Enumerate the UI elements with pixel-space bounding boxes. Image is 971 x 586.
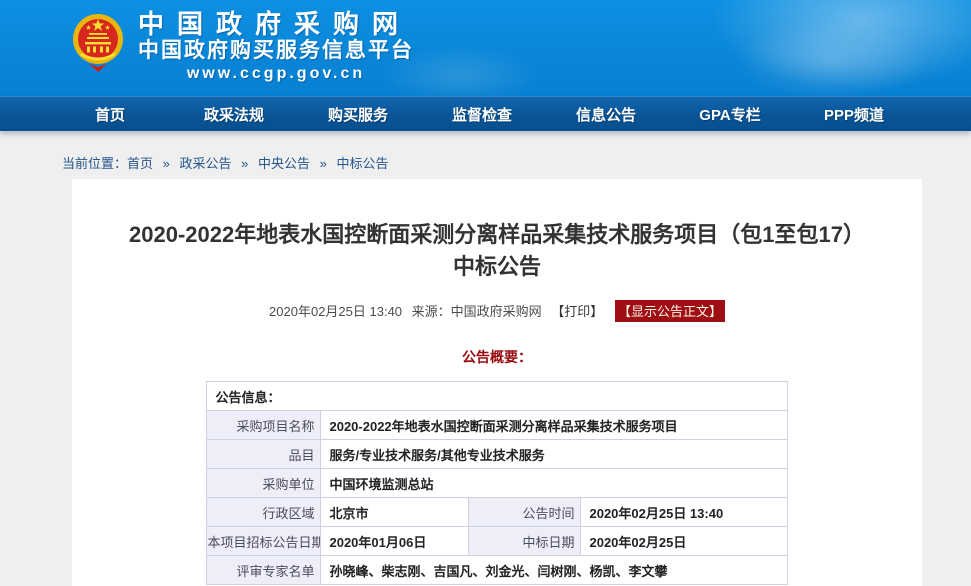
table-row: 品目 服务/专业技术服务/其他专业技术服务 — [207, 440, 787, 469]
show-full-notice-button[interactable]: 【显示公告正文】 — [615, 300, 725, 322]
breadcrumb-link-procurement-notices[interactable]: 政采公告 — [180, 156, 232, 171]
row-value: 2020年01月06日 — [321, 527, 469, 556]
breadcrumb: 当前位置：首页 » 政采公告 » 中央公告 » 中标公告 — [0, 131, 971, 179]
article-meta: 2020年02月25日 13:40 来源：中国政府采购网 【打印】 【显示公告正… — [72, 300, 922, 322]
row-value: 2020年02月25日 — [581, 527, 787, 556]
breadcrumb-separator: » — [163, 156, 170, 171]
print-button[interactable]: 【打印】 — [551, 304, 603, 319]
article-source: 来源：中国政府采购网 — [412, 304, 542, 319]
site-header: 中国政府采购网 中国政府购买服务信息平台 www.ccgp.gov.cn — [0, 0, 971, 96]
table-row: 行政区域 北京市 公告时间 2020年02月25日 13:40 — [207, 498, 787, 527]
site-subtitle: 中国政府购买服务信息平台 — [138, 38, 414, 63]
breadcrumb-link-home[interactable]: 首页 — [127, 156, 153, 171]
publish-datetime: 2020年02月25日 13:40 — [269, 304, 402, 319]
row-label: 采购项目名称 — [207, 411, 321, 440]
row-label: 采购单位 — [207, 469, 321, 498]
announcement-info-table: 公告信息： 采购项目名称 2020-2022年地表水国控断面采测分离样品采集技术… — [206, 381, 787, 585]
summary-heading: 公告概要： — [72, 347, 922, 367]
breadcrumb-link-award-notices[interactable]: 中标公告 — [337, 156, 389, 171]
row-value: 孙晓峰、柴志刚、吉国凡、刘金光、闫树刚、杨凯、李文攀 — [321, 556, 787, 585]
row-label: 品目 — [207, 440, 321, 469]
breadcrumb-link-central-notices[interactable]: 中央公告 — [258, 156, 310, 171]
table-section-title: 公告信息： — [207, 382, 787, 411]
row-value: 2020年02月25日 13:40 — [581, 498, 787, 527]
nav-item-regulations[interactable]: 政采法规 — [172, 104, 296, 125]
page-title: 2020-2022年地表水国控断面采测分离样品采集技术服务项目（包1至包17）中… — [72, 179, 922, 283]
nav-item-announcements[interactable]: 信息公告 — [544, 104, 668, 125]
row-label: 评审专家名单 — [207, 556, 321, 585]
site-url: www.ccgp.gov.cn — [138, 63, 414, 85]
content-panel: 2020-2022年地表水国控断面采测分离样品采集技术服务项目（包1至包17）中… — [72, 179, 922, 586]
row-value: 服务/专业技术服务/其他专业技术服务 — [321, 440, 787, 469]
table-row: 采购项目名称 2020-2022年地表水国控断面采测分离样品采集技术服务项目 — [207, 411, 787, 440]
nav-item-supervision[interactable]: 监督检查 — [420, 104, 544, 125]
site-logo[interactable]: 中国政府采购网 中国政府购买服务信息平台 www.ccgp.gov.cn — [0, 0, 971, 85]
breadcrumb-prefix: 当前位置： — [62, 156, 127, 171]
main-navigation: 首页 政采法规 购买服务 监督检查 信息公告 GPA专栏 PPP频道 — [0, 96, 971, 131]
row-label: 公告时间 — [469, 498, 581, 527]
row-value: 中国环境监测总站 — [321, 469, 787, 498]
row-label: 行政区域 — [207, 498, 321, 527]
row-label: 本项目招标公告日期 — [207, 527, 321, 556]
row-value: 北京市 — [321, 498, 469, 527]
site-title: 中国政府采购网 — [138, 10, 414, 38]
national-emblem-icon — [72, 12, 124, 74]
row-value: 2020-2022年地表水国控断面采测分离样品采集技术服务项目 — [321, 411, 787, 440]
nav-item-home[interactable]: 首页 — [48, 104, 172, 125]
table-row: 评审专家名单 孙晓峰、柴志刚、吉国凡、刘金光、闫树刚、杨凯、李文攀 — [207, 556, 787, 585]
breadcrumb-separator: » — [320, 156, 327, 171]
breadcrumb-separator: » — [241, 156, 248, 171]
table-row: 公告信息： — [207, 382, 787, 411]
nav-item-purchase-services[interactable]: 购买服务 — [296, 104, 420, 125]
table-row: 采购单位 中国环境监测总站 — [207, 469, 787, 498]
nav-item-ppp[interactable]: PPP频道 — [792, 104, 916, 125]
table-row: 本项目招标公告日期 2020年01月06日 中标日期 2020年02月25日 — [207, 527, 787, 556]
nav-item-gpa[interactable]: GPA专栏 — [668, 104, 792, 125]
row-label: 中标日期 — [469, 527, 581, 556]
site-text: 中国政府采购网 中国政府购买服务信息平台 www.ccgp.gov.cn — [138, 10, 414, 85]
